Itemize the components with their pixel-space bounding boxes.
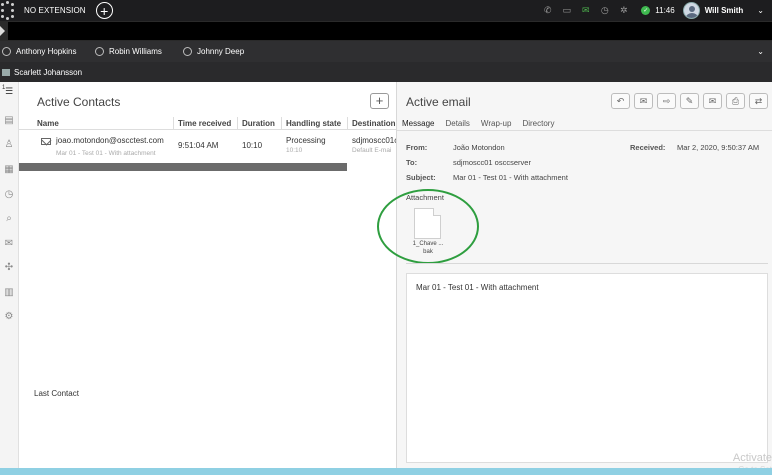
duration: 10:10 <box>242 141 263 150</box>
column-header-name[interactable]: Name <box>37 119 59 128</box>
contact-subject: Mar 01 - Test 01 - With attachment <box>56 150 156 157</box>
received-value: Mar 2, 2020, 9:50:37 AM <box>677 143 760 152</box>
column-header-duration[interactable]: Duration <box>242 119 275 128</box>
email-icon <box>41 138 51 145</box>
phone-icon[interactable]: ✆ <box>542 5 553 16</box>
page-title: Active Contacts <box>37 95 121 109</box>
to-value: sdjmoscc01 osccserver <box>453 158 531 167</box>
mail-icon[interactable]: ✉ <box>2 238 16 250</box>
time-received: 9:51:04 AM <box>178 141 219 150</box>
dial-bar <box>0 21 772 41</box>
radio-icon[interactable] <box>2 47 11 56</box>
forward-icon[interactable]: ⇨ <box>657 93 676 109</box>
user-add-icon[interactable]: ♙ <box>2 139 16 151</box>
email-panel-title: Active email <box>406 95 471 109</box>
tab-wrap-up[interactable]: Wrap-up <box>481 119 512 128</box>
table-row[interactable]: joao.motondon@oscctest.com Mar 01 - Test… <box>19 130 396 162</box>
from-label: From: <box>406 143 428 152</box>
radio-icon[interactable] <box>183 47 192 56</box>
secondary-contact-bar: Scarlett Johansson <box>0 62 772 82</box>
print-icon[interactable]: ⎙ <box>726 93 745 109</box>
column-header-destination[interactable]: Destination <box>352 119 396 128</box>
contact-name: joao.motondon@oscctest.com <box>56 136 164 145</box>
contact-tab-label: Johnny Deep <box>197 47 245 56</box>
voicemail-icon[interactable]: ▭ <box>561 5 572 16</box>
add-contact-button[interactable]: + <box>370 93 389 109</box>
navigation-rail: 1 ☰ ▤ ♙ ▦ ◷ ⌕ ✉ ✣ ▥ ⚙ <box>0 82 19 475</box>
report-icon[interactable]: ▥ <box>2 287 16 299</box>
chevron-down-icon[interactable]: ⌄ <box>757 6 764 15</box>
tab-details[interactable]: Details <box>445 119 469 128</box>
queue-count: 1 <box>2 85 6 91</box>
handling-state-timer: 10:10 <box>286 147 303 154</box>
destination: sdjmoscc01c <box>352 136 396 145</box>
history-icon[interactable]: ◷ <box>2 189 16 201</box>
reply-icon[interactable]: ↶ <box>611 93 630 109</box>
destination-queue: Default E-mai <box>352 147 392 154</box>
from-value: João Motondon <box>453 143 505 152</box>
clock-time: 11:46 <box>655 6 675 15</box>
active-contacts-panel: Active Contacts + Name Time received Dur… <box>19 82 396 468</box>
chevron-down-icon[interactable]: ⌄ <box>757 47 764 56</box>
email-tabs: Message Details Wrap-up Directory <box>402 119 565 128</box>
clock-icon[interactable]: ◷ <box>599 5 610 16</box>
last-contact-label: Last Contact <box>34 389 79 398</box>
email-toolbar: ↶ ✉ ⇨ ✎ ✉ ⎙ ⇄ <box>607 93 768 109</box>
received-label: Received: <box>630 143 666 152</box>
compose-icon[interactable]: ✉ <box>703 93 722 109</box>
email-body-text: Mar 01 - Test 01 - With attachment <box>416 283 539 292</box>
contact-tab-anthony-hopkins[interactable]: Anthony Hopkins <box>2 41 76 62</box>
status-available-icon: ✓ <box>641 6 651 15</box>
email-body[interactable]: Mar 01 - Test 01 - With attachment <box>406 273 768 463</box>
active-email-panel: Active email ↶ ✉ ⇨ ✎ ✉ ⎙ ⇄ Message Detai… <box>377 82 772 468</box>
contact-tab-label: Anthony Hopkins <box>16 47 77 56</box>
email-status-icon[interactable]: ✉ <box>580 5 591 16</box>
contact-card-icon <box>2 68 10 76</box>
avatar[interactable] <box>682 2 700 19</box>
expand-arrow-icon[interactable] <box>0 26 5 36</box>
queue-icon[interactable]: 1 ☰ <box>2 85 16 97</box>
swap-icon[interactable]: ⇄ <box>749 93 768 109</box>
contact-tab-robin-williams[interactable]: Robin Williams <box>95 41 162 62</box>
subject-value: Mar 01 - Test 01 - With attachment <box>453 173 568 182</box>
subject-label: Subject: <box>406 173 436 182</box>
transfer-icon[interactable]: ✎ <box>680 93 699 109</box>
network-icon[interactable]: ✣ <box>2 262 16 274</box>
column-header-handling-state[interactable]: Handling state <box>286 119 341 128</box>
user-name[interactable]: Will Smith <box>705 6 744 15</box>
contact-tab-scarlett-johansson[interactable]: Scarlett Johansson <box>2 62 82 82</box>
horizontal-scrollbar[interactable] <box>19 163 347 171</box>
contact-tab-label: Robin Williams <box>109 47 162 56</box>
activation-watermark: Activate <box>732 452 772 464</box>
highlight-circle <box>377 189 479 264</box>
bottom-strip <box>0 468 772 475</box>
contacts-tab-bar: Anthony Hopkins Robin Williams Johnny De… <box>0 41 772 62</box>
extension-label: NO EXTENSION <box>24 6 86 15</box>
search-icon[interactable]: ⌕ <box>2 213 16 225</box>
document-icon[interactable]: ▤ <box>2 115 16 127</box>
column-header-time-received[interactable]: Time received <box>178 119 231 128</box>
contact-tab-label: Scarlett Johansson <box>14 67 83 77</box>
radio-icon[interactable] <box>95 47 104 56</box>
top-bar: NO EXTENSION + ✆ ▭ ✉ ◷ ✲ ✓ 11:46 Will Sm… <box>0 0 772 21</box>
tab-directory[interactable]: Directory <box>522 119 554 128</box>
chat-icon[interactable]: ▦ <box>2 164 16 176</box>
gear-status-icon[interactable]: ✲ <box>618 5 629 16</box>
contact-tab-johnny-deep[interactable]: Johnny Deep <box>183 41 244 62</box>
dial-input[interactable] <box>8 22 772 40</box>
handling-state: Processing <box>286 136 326 145</box>
add-extension-button[interactable]: + <box>95 2 113 19</box>
reply-all-icon[interactable]: ✉ <box>634 93 653 109</box>
to-label: To: <box>406 158 418 167</box>
app-logo-icon <box>0 0 18 21</box>
table-header: Name Time received Duration Handling sta… <box>19 116 396 130</box>
settings-icon[interactable]: ⚙ <box>2 311 16 323</box>
tab-message[interactable]: Message <box>402 119 434 128</box>
